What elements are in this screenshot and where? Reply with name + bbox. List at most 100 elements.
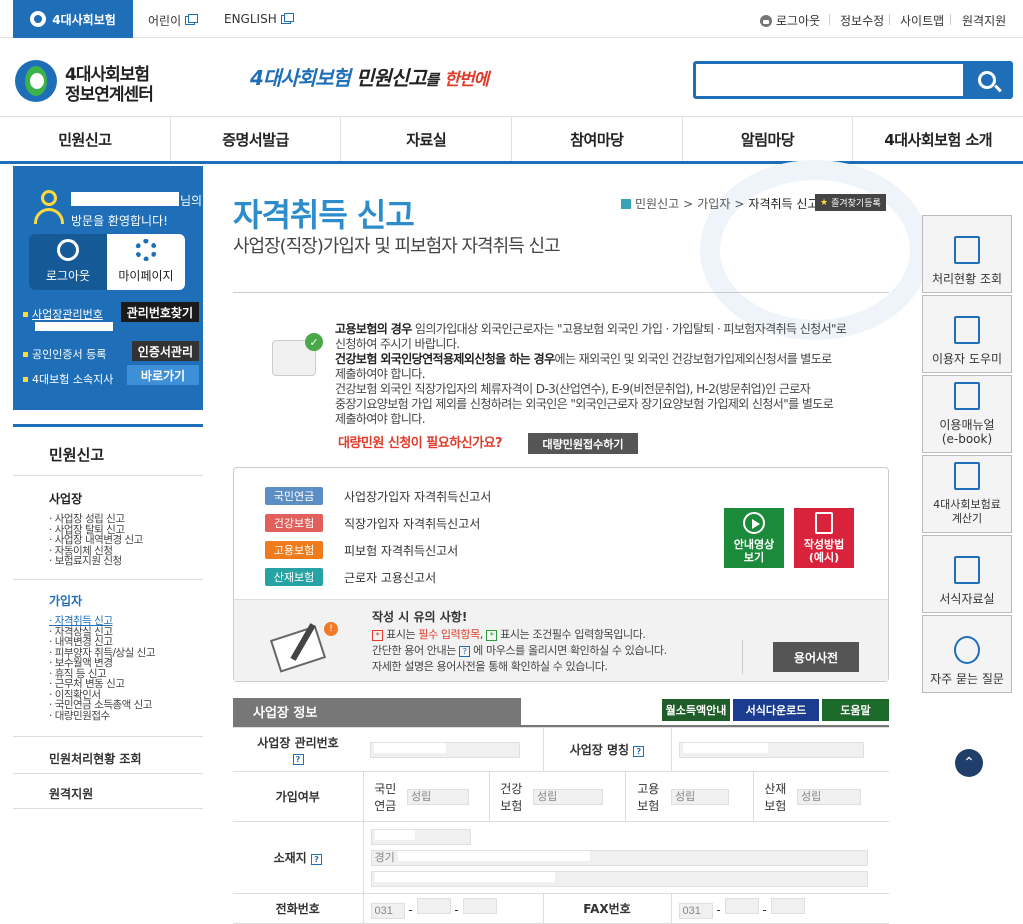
breadcrumb-item[interactable]: 민원신고 [635,195,679,212]
bulk-submit-button[interactable]: 대량민원접수하기 [528,433,638,454]
address-input[interactable]: 경기 [370,849,868,866]
help-icon[interactable]: ? [633,746,645,757]
caution-text: 표시는 [386,628,416,641]
lnb-item[interactable]: 사업장 성립 신고 [49,514,143,525]
notice-bold: 고용보험의 경우 [335,322,412,336]
lnb-item[interactable]: 내역변경 신고 [49,637,155,648]
form-link-health[interactable]: 직장가입자 자격취득신고서 [344,515,480,532]
logout-label: 로그아웃 [776,14,821,28]
form-link-pension[interactable]: 사업장가입자 자격취득신고서 [344,488,491,505]
nav-certificate[interactable]: 증명서발급 [171,117,342,161]
quick-user-helper[interactable]: 이용자 도우미 [922,295,1012,373]
notice-text-line: 건강보험 외국인 직장가입자의 체류자격이 D-3(산업연수), E-9(비전문… [335,382,811,396]
lnb-remote-support[interactable]: 원격지원 [49,785,93,802]
phone-area-input[interactable]: 031 [370,903,405,919]
cert-manage-button[interactable]: 인증서관리 [131,341,199,361]
lnb-section-workplace[interactable]: 사업장 [49,490,82,507]
lnb-item-active[interactable]: 자격취득 신고 [49,616,155,627]
notice-bold: 건강보험 외국인당연적용제외신청을 하는 경우 [335,352,555,366]
lnb-status-inquiry[interactable]: 민원처리현황 조회 [49,750,142,767]
mypage-button[interactable]: 마이페이지 [107,234,185,290]
slogan-red: 한번에 [444,70,489,90]
caution-title: 작성 시 유의 사항! [372,610,468,624]
howto-label: (예시) [808,551,840,564]
biz-name-input[interactable] [678,741,864,758]
kids-link[interactable]: 어린이 [148,12,199,29]
lnb-item[interactable]: 근무처 변동 신고 [49,679,155,690]
subscription-table: 가입여부 국민 연금 성립 건강 보험 성립 고용 보험 성립 산재 보험 성립 [233,771,889,822]
lnb-item[interactable]: 보수월액 변경 [49,658,155,669]
gear-icon [135,239,157,261]
form-link-industrial[interactable]: 근로자 고용신고서 [344,569,436,586]
search-button[interactable] [963,64,1010,96]
lnb-item[interactable]: 대량민원접수 [49,710,155,722]
biz-number-input[interactable] [370,741,520,758]
home-link[interactable]: 4대사회보험 [13,0,133,38]
star-icon: ★ [820,197,829,208]
notepad-pen-icon: ! [269,622,338,673]
sitemap-link[interactable]: 사이트맵 [900,12,944,29]
address-detail-input[interactable] [370,870,868,887]
form-download-button[interactable]: 서식다운로드 [733,699,819,721]
nav-about[interactable]: 4대사회보험 소개 [853,117,1023,161]
fax-last-input[interactable] [770,898,805,914]
monthly-income-button[interactable]: 월소득액안내 [662,699,730,721]
breadcrumb-item[interactable]: 가입자 [697,195,730,212]
user-icon [33,190,65,224]
nav-participation[interactable]: 참여마당 [512,117,683,161]
add-favorite-button[interactable]: ★ 즐겨찾기등록 [815,194,886,211]
lnb-item[interactable]: 보험료지원 신청 [49,556,143,567]
nav-civil-report[interactable]: 민원신고 [0,117,171,161]
help-icon[interactable]: ? [292,754,304,765]
logout-link[interactable]: 로그아웃 [760,12,820,29]
badge-employment: 고용보험 [265,541,323,559]
quick-label: 자주 묻는 질문 [930,672,1004,686]
go-branch-button[interactable]: 바로가기 [127,365,199,385]
quick-calculator[interactable]: 4대사회보험료 계산기 [922,455,1012,533]
quick-label: 4대사회보험료 계산기 [933,498,1001,525]
glossary-button[interactable]: 용어사전 [773,642,859,672]
nav-resources[interactable]: 자료실 [341,117,513,161]
name-suffix: 님의 [180,194,203,208]
quick-form-library[interactable]: 서식자료실 [922,535,1012,613]
site-logo[interactable]: 4대사회보험 정보연계센터 [15,58,165,105]
chat-question-icon [954,636,980,664]
find-number-button[interactable]: 관리번호찾기 [120,302,199,322]
zipcode-input[interactable] [370,828,471,845]
subscription-label: 가입여부 [233,771,363,822]
phone-mid-input[interactable] [416,898,451,914]
search-input[interactable] [696,64,964,96]
user-panel: 님의 방문을 환영합니다! 로그아웃 마이페이지 사업장관리번호 관리번호찾기 … [13,166,203,410]
scroll-top-button[interactable]: ⌃ [955,749,983,777]
address-label: 소재지 [273,851,307,865]
howto-button[interactable]: 작성방법 (예시) [794,508,854,568]
english-label: ENGLISH [224,12,277,26]
logout-button[interactable]: 로그아웃 [29,234,107,290]
pension-cell: 성립 [407,771,489,822]
lnb-item[interactable]: 사업장 내역변경 신고 [49,535,144,546]
fax-mid-input[interactable] [724,898,759,914]
edit-info-link[interactable]: 정보수정 [840,12,884,29]
remote-support-link[interactable]: 원격지원 [962,12,1006,29]
form-link-employment[interactable]: 피보험 자격취득신고서 [344,542,458,559]
lnb-section-subscriber[interactable]: 가입자 [49,592,82,609]
fax-area-input[interactable]: 031 [678,903,713,919]
welcome-text: 방문을 환영합니다! [71,214,168,228]
help-button[interactable]: 도움말 [822,699,889,721]
lnb-item[interactable]: 국민연금 소득총액 신고 [49,700,155,711]
lock-icon [760,14,772,27]
quick-status-inquiry[interactable]: 처리현황 조회 [922,215,1012,293]
english-link[interactable]: ENGLISH [224,12,294,26]
quick-manual[interactable]: 이용매뉴얼 (e-book) [922,375,1012,453]
phone-last-input[interactable] [462,898,497,914]
background-emblem [700,160,930,340]
slogan: 4대사회보험 민원신고를 한번에 [250,62,489,91]
fax-cell: 031 - - [670,893,889,924]
quick-faq[interactable]: 자주 묻는 질문 [922,615,1012,693]
form-list-box: 국민연금 사업장가입자 자격취득신고서 건강보험 직장가입자 자격취득신고서 고… [233,467,889,682]
guide-video-button[interactable]: 안내영상 보기 [724,508,784,568]
new-window-icon [280,12,294,24]
help-icon[interactable]: ? [310,854,322,865]
masked-value [682,742,768,753]
nav-notice[interactable]: 알림마당 [683,117,854,161]
